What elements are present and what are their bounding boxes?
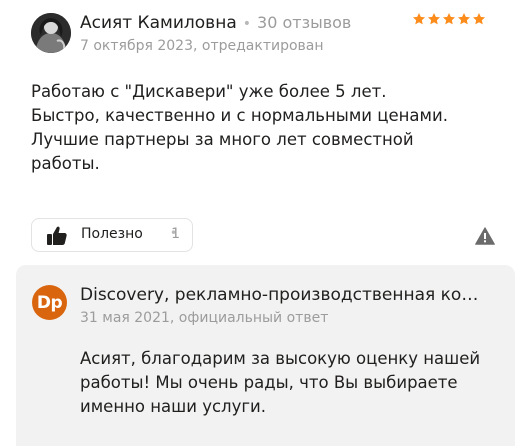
review-date: 7 октября 2023, отредактирован <box>80 38 324 54</box>
star-icon <box>427 13 441 25</box>
warning-icon[interactable] <box>475 227 495 245</box>
author-name[interactable]: Асият Камиловна <box>80 13 237 33</box>
review-card: Асият Камиловна • 30 отзывов 7 октября 2… <box>0 0 516 446</box>
useful-count: 1 <box>171 226 180 242</box>
business-name[interactable]: Discovery, рекламно-производственная ком… <box>80 285 490 305</box>
star-icon <box>412 13 426 25</box>
review-text-line: Работаю с "Дискавери" уже более 5 лет. <box>31 82 387 101</box>
star-rating <box>412 12 486 26</box>
star-icon <box>442 13 456 25</box>
author-photo-icon <box>31 13 71 53</box>
star-icon <box>457 13 471 25</box>
useful-label: Полезно <box>81 226 143 242</box>
separator-dot: • <box>242 16 252 32</box>
reply-date: 31 мая 2021, официальный ответ <box>80 310 329 326</box>
author-line: Асият Камиловна • 30 отзывов <box>80 13 351 35</box>
business-avatar[interactable]: Dp <box>32 285 67 320</box>
useful-button[interactable]: Полезно • 1 <box>31 218 193 252</box>
reply-text: Асият, благодарим за высокую оценку наше… <box>80 349 481 416</box>
star-icon <box>472 13 486 25</box>
review-text: Работаю с "Дискавери" уже более 5 лет. Б… <box>31 80 481 176</box>
owner-reply: Dp Discovery, рекламно-производственная … <box>16 265 515 446</box>
author-reviews-count[interactable]: 30 отзывов <box>257 13 351 32</box>
review-text-line: Быстро, качественно и с нормальными цена… <box>31 106 448 125</box>
thumb-up-icon <box>47 226 67 245</box>
review-text-line: Лучшие партнеры за много лет совместной … <box>31 130 414 173</box>
author-avatar[interactable] <box>31 13 71 53</box>
